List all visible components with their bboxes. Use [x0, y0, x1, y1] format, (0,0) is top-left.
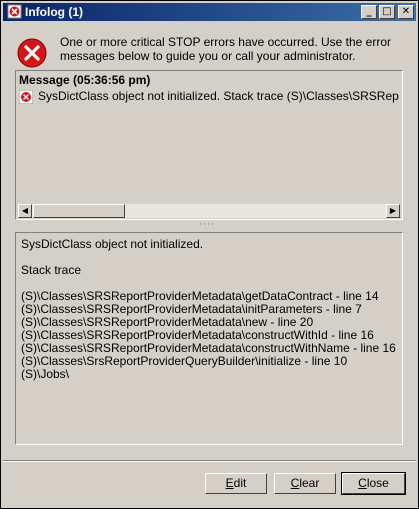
details-panel[interactable]: SysDictClass object not initialized. Sta…: [15, 232, 403, 445]
message-entry[interactable]: SysDictClass object not initialized. Sta…: [19, 89, 399, 105]
window-title: Infolog (1): [25, 5, 83, 19]
close-label-rest: lose: [366, 476, 389, 490]
clear-label-rest: lear: [299, 476, 320, 490]
infolog-icon: [7, 4, 22, 19]
scroll-right-icon[interactable]: ▶: [386, 204, 400, 218]
maximize-icon: □: [382, 6, 392, 17]
maximize-button[interactable]: □: [379, 5, 395, 19]
scroll-thumb[interactable]: [33, 204, 125, 218]
message-group-header[interactable]: Message (05:36:56 pm): [19, 73, 150, 87]
message-tree-panel[interactable]: Message (05:36:56 pm) SysDictClass objec…: [15, 70, 403, 220]
divider: [3, 460, 416, 462]
infolog-window: Infolog (1) _ □ ✕ One or more critical S…: [0, 0, 419, 509]
clear-button[interactable]: Clear: [274, 473, 336, 494]
details-text: SysDictClass object not initialized. Sta…: [21, 237, 396, 381]
close-button[interactable]: Close: [341, 472, 406, 495]
title-bar[interactable]: Infolog (1) _ □ ✕: [3, 3, 416, 21]
close-mnemonic: C: [358, 476, 367, 490]
error-icon: [17, 38, 47, 68]
error-small-icon: [19, 90, 33, 104]
message-entry-text: SysDictClass object not initialized. Sta…: [38, 89, 399, 103]
scroll-left-icon[interactable]: ◀: [18, 204, 32, 218]
edit-button[interactable]: Edit: [205, 473, 267, 494]
close-icon: ✕: [401, 6, 411, 17]
minimize-button[interactable]: _: [361, 5, 377, 19]
horizontal-scrollbar[interactable]: ◀ ▶: [18, 204, 400, 218]
minimize-icon: _: [366, 6, 372, 17]
error-summary-text: One or more critical STOP errors have oc…: [60, 35, 392, 63]
edit-mnemonic: E: [225, 476, 234, 490]
close-window-button[interactable]: ✕: [398, 5, 414, 19]
edit-label-rest: dit: [233, 476, 247, 490]
pane-splitter[interactable]: ····: [197, 221, 217, 230]
